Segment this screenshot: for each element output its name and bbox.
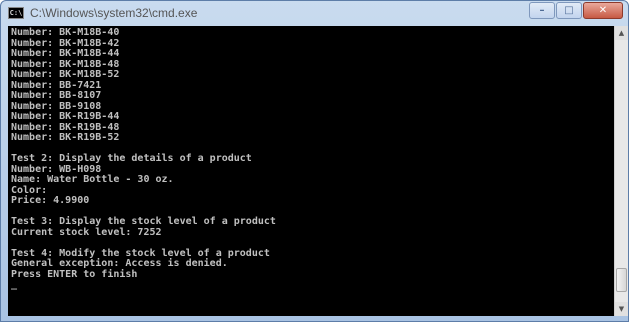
console-window: C:\ C:\Windows\system32\cmd.exe – □ ✕ Nu… bbox=[0, 0, 629, 322]
console-line: Number: BB-8107 bbox=[11, 90, 102, 101]
console-line: Test 3: Display the stock level of a pro… bbox=[11, 216, 276, 227]
window-title: C:\Windows\system32\cmd.exe bbox=[30, 6, 198, 20]
close-button[interactable]: ✕ bbox=[583, 2, 623, 19]
maximize-button[interactable]: □ bbox=[556, 2, 582, 19]
vertical-scrollbar[interactable]: ▲ ▼ bbox=[614, 26, 628, 316]
window-controls: – □ ✕ bbox=[529, 2, 623, 19]
scroll-down-arrow-icon[interactable]: ▼ bbox=[615, 302, 628, 316]
scroll-thumb[interactable] bbox=[616, 268, 627, 293]
console-line: Number: BK-M18B-52 bbox=[11, 69, 120, 80]
console-line: Number: BK-M18B-44 bbox=[11, 48, 120, 59]
console-line: General exception: Access is denied. bbox=[11, 258, 228, 269]
console-line: Test 2: Display the details of a product bbox=[11, 153, 252, 164]
console-cursor: _ bbox=[11, 279, 18, 290]
console-line: Name: Water Bottle - 30 oz. bbox=[11, 174, 174, 185]
minimize-button[interactable]: – bbox=[529, 2, 555, 19]
title-bar[interactable]: C:\ C:\Windows\system32\cmd.exe – □ ✕ bbox=[1, 1, 628, 25]
cmd-app-icon[interactable]: C:\ bbox=[8, 7, 24, 19]
console-line: Current stock level: 7252 bbox=[11, 226, 162, 238]
console-line: Color: bbox=[11, 184, 48, 196]
console-line: Number: BK-R19B-44 bbox=[11, 111, 120, 122]
console-text: Number: BK-M18B-40 Number: BK-M18B-42 Nu… bbox=[8, 26, 614, 291]
console-line: Price: 4.9900 bbox=[11, 195, 90, 206]
console-line: Number: BK-R19B-52 bbox=[11, 132, 120, 143]
scroll-up-arrow-icon[interactable]: ▲ bbox=[615, 26, 628, 40]
console-line: Number: BB-7421 bbox=[11, 79, 102, 91]
console-line: Number: BK-M18B-40 bbox=[11, 27, 120, 38]
console-line: Press ENTER to finish bbox=[11, 268, 138, 280]
console-output-area[interactable]: Number: BK-M18B-40 Number: BK-M18B-42 Nu… bbox=[8, 26, 614, 316]
